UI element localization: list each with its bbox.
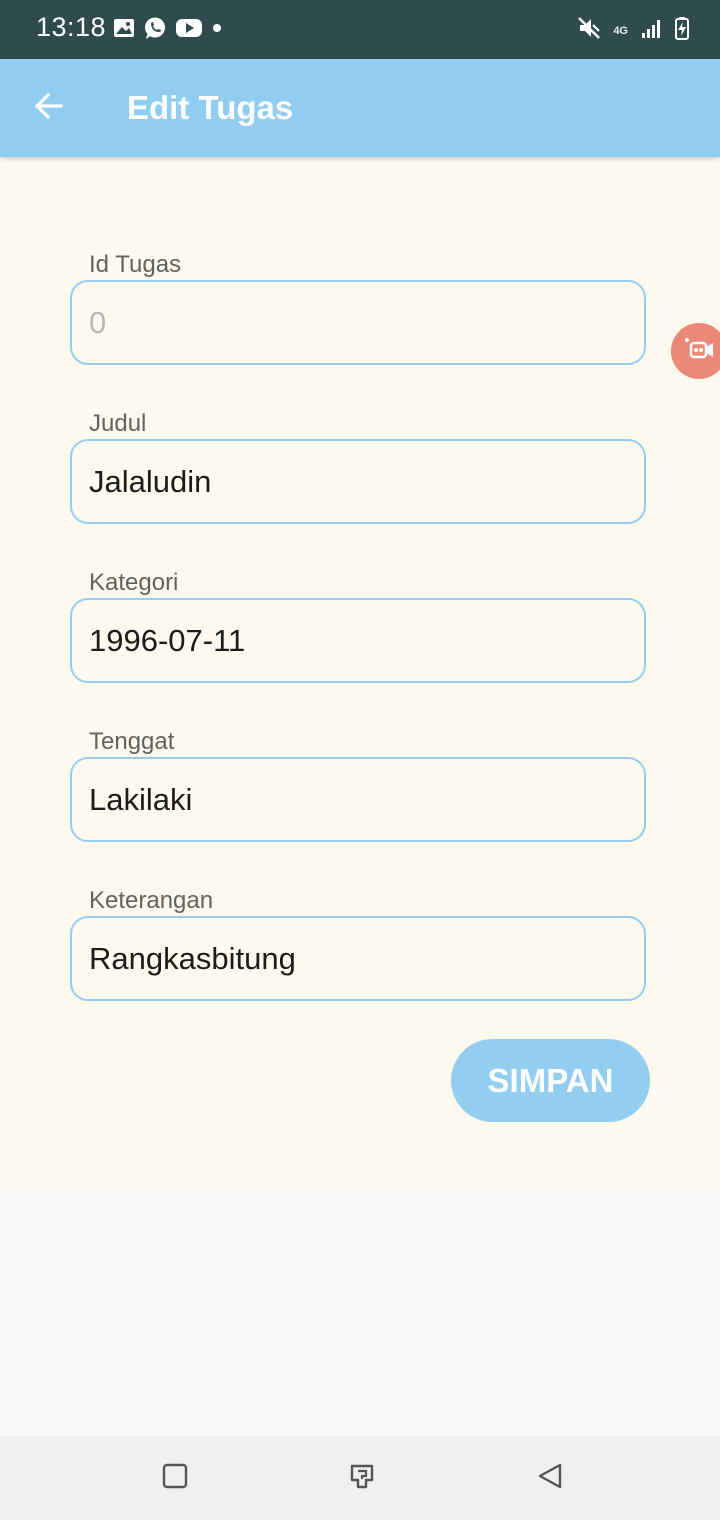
id-tugas-field[interactable]: 0	[70, 280, 646, 365]
screen-recorder-icon	[682, 336, 716, 367]
notification-icons	[113, 16, 223, 45]
judul-label: Judul	[89, 410, 147, 437]
home-icon	[346, 1460, 378, 1497]
save-button[interactable]: SIMPAN	[451, 1039, 650, 1122]
image-icon	[113, 17, 135, 44]
status-time: 13:18	[36, 12, 107, 42]
system-icons: 4G	[577, 16, 690, 45]
back-triangle-icon	[534, 1461, 564, 1496]
tenggat-value: Lakilaki	[89, 781, 193, 817]
keterangan-value: Rangkasbitung	[89, 940, 296, 976]
notification-dot-icon	[211, 17, 223, 44]
form-container: Id Tugas 0 Judul Jalaludin Kategori 1996…	[0, 157, 720, 1192]
judul-value: Jalaludin	[89, 463, 212, 499]
kategori-value: 1996-07-11	[89, 622, 246, 658]
tenggat-label: Tenggat	[89, 728, 175, 755]
home-button[interactable]	[344, 1460, 380, 1496]
whatsapp-icon	[143, 16, 167, 45]
youtube-icon	[175, 17, 203, 44]
keterangan-label: Keterangan	[89, 887, 214, 914]
kategori-field[interactable]: 1996-07-11	[70, 598, 646, 683]
tenggat-field[interactable]: Lakilaki	[70, 757, 646, 842]
keterangan-field[interactable]: Rangkasbitung	[70, 916, 646, 1001]
status-bar: 13:18 4G	[0, 0, 720, 59]
screen-recorder-button[interactable]	[671, 323, 720, 379]
back-button[interactable]	[22, 81, 76, 135]
kategori-label: Kategori	[89, 569, 179, 596]
recents-square-icon	[160, 1461, 190, 1496]
battery-charging-icon	[674, 16, 690, 45]
network-type: 4G	[613, 24, 628, 37]
page-title: Edit Tugas	[127, 89, 294, 126]
signal-icon	[640, 17, 662, 44]
id-tugas-label: Id Tugas	[89, 251, 182, 278]
judul-field[interactable]: Jalaludin	[70, 439, 646, 524]
mute-icon	[577, 16, 601, 45]
recents-button[interactable]	[157, 1460, 193, 1496]
back-nav-button[interactable]	[531, 1460, 567, 1496]
arrow-left-icon	[33, 90, 65, 127]
app-bar: Edit Tugas	[0, 59, 720, 157]
id-tugas-value: 0	[89, 304, 107, 340]
navigation-bar	[0, 1436, 720, 1520]
